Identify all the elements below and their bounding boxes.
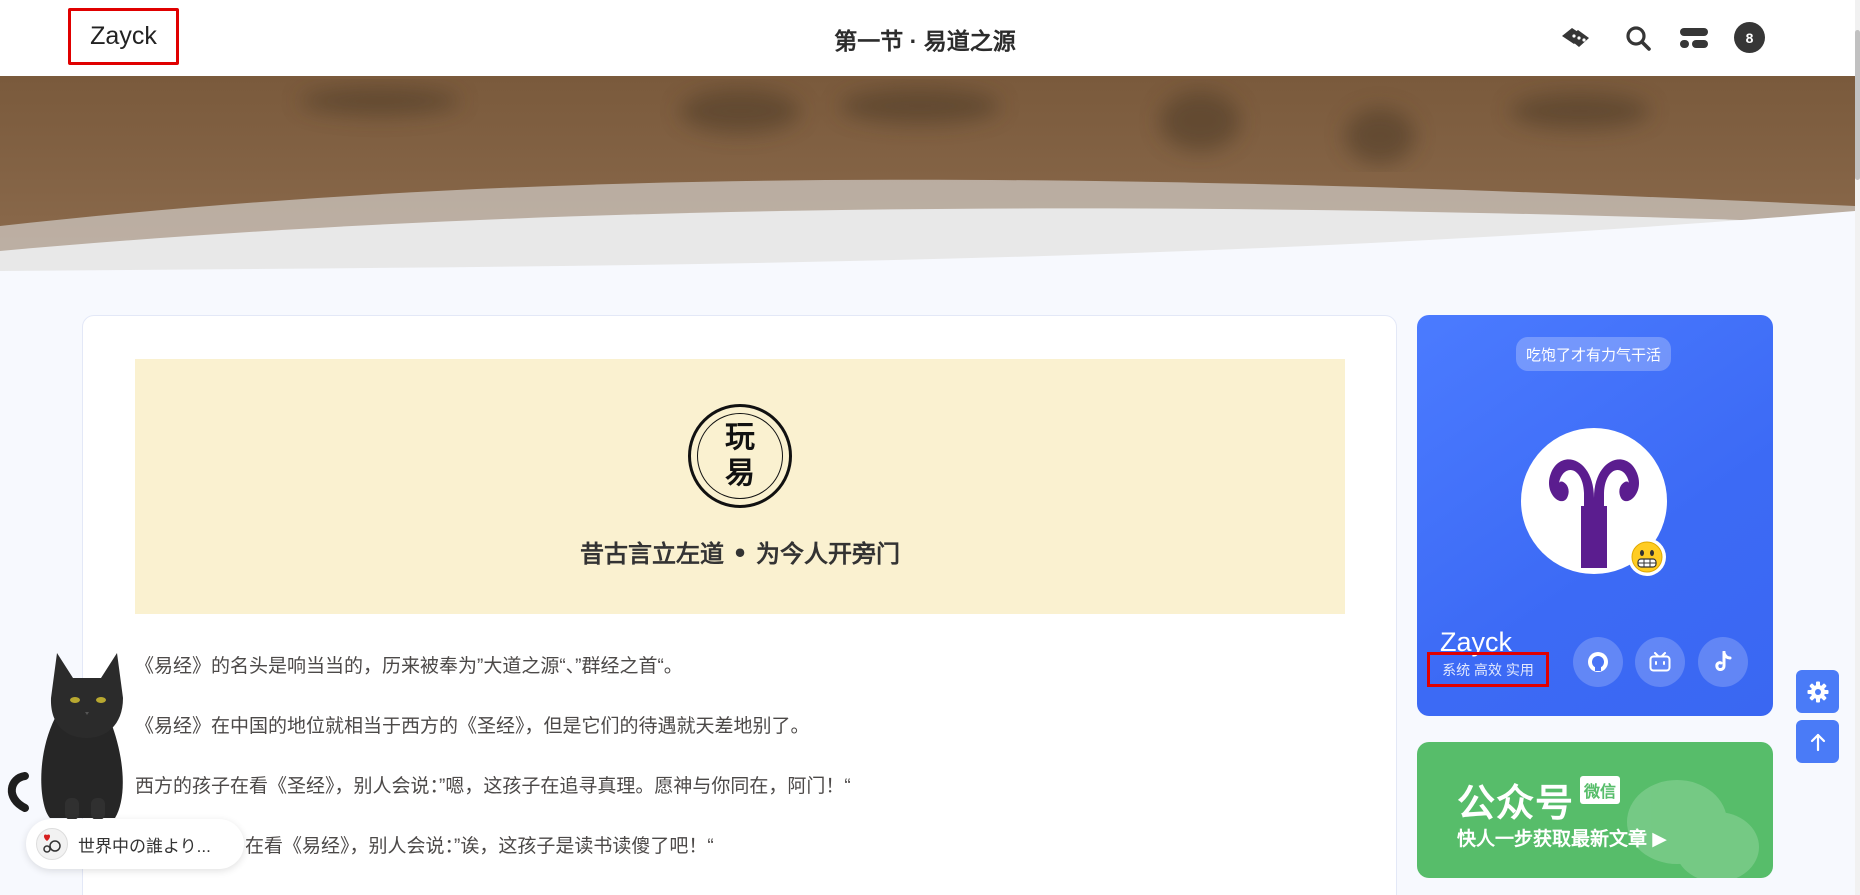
author-subtitle: 系统 高效 实用 (1427, 652, 1549, 687)
scrollbar-thumb[interactable] (1855, 30, 1860, 180)
music-player[interactable]: 世界中の誰より... (26, 819, 244, 869)
author-tagline: 吃饱了才有力气干活 (1516, 337, 1671, 371)
article-paragraph: 《易经》的名头是响当当的，历来被奉为”大道之源“、”群经之首“。 (135, 656, 683, 677)
wechat-subtitle: 快人一步获取最新文章 ▶ (1457, 829, 1667, 850)
header-banner (0, 76, 1855, 286)
github-link[interactable] (1573, 637, 1623, 687)
bilibili-link[interactable] (1635, 637, 1685, 687)
page-scrollbar[interactable] (1855, 0, 1860, 895)
menu-grid-icon (1680, 28, 1708, 48)
cover-motto: 昔古言立左道 • 为今人开旁门 (579, 539, 901, 568)
back-to-top-button[interactable] (1796, 720, 1839, 763)
wechat-badge: 微信 (1580, 776, 1621, 804)
wechat-title: 公众号 (1457, 783, 1575, 825)
page-title[interactable]: 第一节 · 易道之源 (800, 22, 1050, 56)
arrow-up-icon (1810, 733, 1825, 751)
github-icon (1588, 652, 1608, 672)
notification-badge[interactable]: 8 (1734, 22, 1765, 53)
menu-button[interactable] (1676, 20, 1712, 56)
site-brand-link[interactable]: Zayck (68, 8, 179, 65)
top-navbar: Zayck 第一节 · 易道之源 8 (0, 0, 1855, 76)
gear-icon (1807, 681, 1828, 702)
bilibili-icon (1649, 652, 1671, 672)
search-icon (1626, 26, 1651, 51)
settings-button[interactable] (1796, 670, 1839, 713)
music-title: 世界中の誰より... (78, 836, 211, 856)
author-profile-card: 吃饱了才有力气干活 Zayck 系统 高效 实用 (1417, 315, 1773, 716)
music-cover-icon (36, 828, 68, 860)
article-card: 玩 易 昔古言立左道 • 为今人开旁门 《易经》的名头是响当当的，历来被奉为”大… (82, 315, 1397, 895)
wechat-promo-card[interactable]: 公众号 微信 快人一步获取最新文章 ▶ (1417, 742, 1773, 878)
random-post-button[interactable] (1556, 20, 1592, 56)
article-paragraph: 西方的孩子在看《圣经》，别人会说：”嗯，这孩子在追寻真理。愿神与你同在，阿门！“ (135, 776, 851, 797)
banner-wave-image (0, 76, 1855, 286)
tiktok-icon (1715, 651, 1732, 671)
article-paragraph: 在看《易经》，别人会说：”诶，这孩子是读书读傻了吧！“ (245, 836, 714, 857)
article-cover: 玩 易 昔古言立左道 • 为今人开旁门 (135, 359, 1345, 614)
dice-icon (1562, 28, 1589, 47)
tiktok-link[interactable] (1698, 637, 1748, 687)
black-cat-mascot[interactable] (5, 648, 135, 823)
status-emoji-icon (1628, 538, 1666, 576)
article-paragraph: 《易经》在中国的地位就相当于西方的《圣经》，但是它们的待遇就天差地别了。 (135, 716, 810, 737)
search-button[interactable] (1620, 20, 1656, 56)
wanyi-seal-logo: 玩 易 (688, 404, 792, 508)
